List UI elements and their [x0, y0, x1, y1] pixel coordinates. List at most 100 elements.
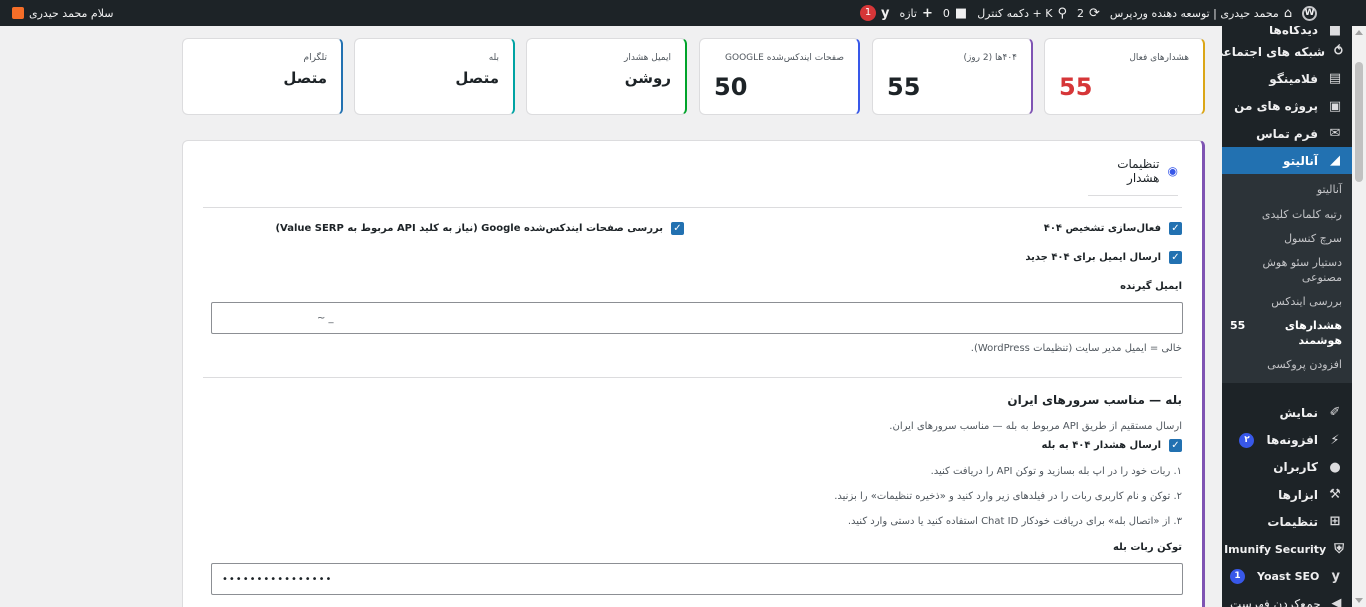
bale-step-1: ۱. ربات خود را در اپ بله بسازید و توکن A… — [930, 466, 1182, 477]
submenu-item-smart-alerts[interactable]: هشدارهای هوشمند 55 — [1222, 314, 1352, 353]
scroll-down-arrow-icon[interactable] — [1355, 598, 1363, 603]
menu-label: فلامینگو — [1269, 71, 1318, 86]
shield-icon: ⛨ — [1334, 541, 1344, 557]
menu-comments[interactable]: ■ دیدگاه‌ها — [1222, 26, 1352, 38]
avatar-icon — [12, 7, 24, 19]
updates-menu[interactable]: 2 ⟳ — [1075, 7, 1102, 20]
wrench-icon: ⚒ — [1329, 487, 1341, 503]
yoast-menu[interactable]: 1 y — [858, 5, 891, 21]
stat-label: ایمیل هشدار — [624, 53, 671, 63]
checkbox-checked-icon[interactable]: ✓ — [671, 222, 684, 235]
checkbox-label: بررسی صفحات ایندکس‌شده Google (نیاز به ک… — [275, 223, 663, 234]
panel-title-text: تنظیمات هشدار — [1117, 157, 1160, 185]
checkbox-label: ارسال ایمیل برای ۴۰۴ جدید — [1025, 252, 1161, 263]
menu-flamingo[interactable]: ▤ فلامینگو — [1222, 65, 1352, 92]
submenu-item-index-check[interactable]: بررسی ایندکس — [1222, 290, 1352, 314]
comment-icon: ■ — [954, 5, 968, 21]
divider — [203, 207, 1182, 208]
stat-value: روشن — [624, 69, 671, 87]
checkbox-checked-icon[interactable]: ✓ — [1169, 439, 1182, 452]
submenu-item-analytics[interactable]: آنالیتو — [1222, 178, 1352, 202]
new-content-menu[interactable]: تازه + — [897, 7, 934, 20]
checkbox-email-404[interactable]: ✓ ارسال ایمیل برای ۴۰۴ جدید — [1025, 251, 1182, 264]
command-palette-button[interactable]: دکمه کنترل + K ⚲ — [975, 7, 1069, 20]
user-icon: ● — [1329, 459, 1341, 475]
wordpress-logo-icon: W — [1302, 5, 1318, 21]
admin-bar: سلام محمد حیدری 1 y تازه + 0 ■ دکمه کنتر… — [0, 0, 1366, 26]
bale-token-value: •••••••••••••••• — [222, 573, 333, 585]
submenu-item-ai-seo-assistant[interactable]: دستیار سئو هوش مصنوعی — [1222, 251, 1352, 290]
menu-label: تنظیمات — [1267, 514, 1318, 529]
smart-alerts-count: 55 — [1230, 319, 1246, 333]
share-icon: ⥀ — [1333, 44, 1344, 60]
menu-label: نمایش — [1279, 405, 1318, 420]
greeting-text: سلام محمد حیدری — [29, 6, 114, 20]
stat-card-telegram: تلگرام متصل — [182, 38, 343, 115]
search-icon: ⚲ — [1057, 5, 1067, 21]
bale-description: ارسال مستقیم از طریق API مربوط به بله — … — [889, 421, 1182, 432]
menu-label: Yoast SEO — [1257, 570, 1320, 584]
admin-sidebar: ■ دیدگاه‌ها ⥀ شبکه های اجتماعی ▤ فلامینگ… — [1222, 26, 1352, 607]
recipient-email-input[interactable]: ~ _ — [211, 302, 1183, 334]
comments-count: 0 — [942, 6, 950, 20]
menu-yoast-seo[interactable]: y Yoast SEO 1 — [1222, 563, 1352, 590]
analytics-submenu: آنالیتو رتبه کلمات کلیدی سرچ کنسول دستیا… — [1222, 174, 1352, 384]
submenu-item-add-proxy[interactable]: افزودن پروکسی — [1222, 353, 1352, 377]
submenu-item-search-console[interactable]: سرچ کنسول — [1222, 227, 1352, 251]
stat-value: 55 — [887, 73, 921, 101]
yoast-badge: 1 — [1230, 569, 1245, 585]
stat-value: متصل — [455, 69, 499, 87]
updates-icon: ⟳ — [1088, 5, 1100, 21]
bale-step-3: ۳. از «اتصال بله» برای دریافت خودکار Cha… — [847, 516, 1182, 527]
submenu-item-keyword-rank[interactable]: رتبه کلمات کلیدی — [1222, 203, 1352, 227]
home-icon: ⌂ — [1283, 5, 1293, 21]
stat-label: تلگرام — [303, 53, 328, 63]
site-name: محمد حیدری | توسعه دهنده وردپرس — [1109, 6, 1279, 20]
wordpress-logo-menu[interactable]: W — [1300, 5, 1319, 21]
menu-label: پروژه های من — [1234, 99, 1318, 114]
scrollbar-thumb[interactable] — [1355, 62, 1363, 182]
alert-settings-panel: ◉ تنظیمات هشدار ✓ فعال‌سازی تشخیص ۴۰۴ ✓ … — [182, 140, 1205, 607]
bale-section-title: بله — مناسب سرورهای ایران — [1007, 393, 1182, 407]
scroll-up-arrow-icon[interactable] — [1355, 30, 1363, 35]
page-scrollbar[interactable] — [1352, 26, 1366, 607]
comments-menu[interactable]: 0 ■ — [941, 7, 969, 20]
stat-card-404s: ۴۰۴ها (2 روز) 55 — [872, 38, 1033, 115]
menu-plugins[interactable]: ⚡ افزونه‌ها ۲ — [1222, 426, 1352, 453]
menu-tools[interactable]: ⚒ ابزارها — [1222, 481, 1352, 508]
menu-label: کاربران — [1273, 460, 1318, 475]
menu-social-networks[interactable]: ⥀ شبکه های اجتماعی — [1222, 38, 1352, 65]
plugin-icon: ⚡ — [1330, 432, 1340, 448]
menu-analytics-active[interactable]: ◢ آنالیتو — [1222, 147, 1352, 175]
menu-collapse[interactable]: ◀ جمع‌کردن فهرست — [1222, 590, 1352, 607]
checkbox-send-404-bale[interactable]: ✓ ارسال هشدار ۴۰۴ به بله — [1042, 439, 1182, 452]
stat-card-alert-email: ایمیل هشدار روشن — [526, 38, 687, 115]
checkbox-checked-icon[interactable]: ✓ — [1169, 251, 1182, 264]
checkbox-404-detection[interactable]: ✓ فعال‌سازی تشخیص ۴۰۴ — [1044, 222, 1182, 235]
recipient-email-value: ~ _ — [317, 312, 334, 324]
checkbox-checked-icon[interactable]: ✓ — [1169, 222, 1182, 235]
menu-contact-form[interactable]: ✉ فرم تماس — [1222, 120, 1352, 147]
menu-my-projects[interactable]: ▣ پروژه های من — [1222, 93, 1352, 120]
paintbrush-icon: ✐ — [1329, 405, 1341, 421]
bale-token-input[interactable]: •••••••••••••••• — [211, 563, 1183, 595]
menu-users[interactable]: ● کاربران — [1222, 454, 1352, 481]
menu-appearance[interactable]: ✐ نمایش — [1222, 399, 1352, 426]
menu-settings[interactable]: ⊞ تنظیمات — [1222, 508, 1352, 535]
site-name-menu[interactable]: محمد حیدری | توسعه دهنده وردپرس ⌂ — [1108, 7, 1294, 20]
divider — [203, 377, 1182, 378]
menu-separator — [1222, 383, 1352, 399]
bale-step-2: ۲. توکن و نام کاربری ربات را در فیلدهای … — [834, 491, 1182, 502]
menu-label: جمع‌کردن فهرست — [1230, 596, 1321, 607]
new-label: تازه — [899, 6, 917, 20]
envelope-icon: ✉ — [1329, 126, 1341, 142]
menu-imunify-security[interactable]: ⛨ Imunify Security — [1222, 536, 1352, 563]
stat-label: بله — [488, 53, 499, 63]
menu-label: Imunify Security — [1224, 542, 1327, 556]
chart-area-icon: ◢ — [1330, 153, 1340, 169]
yoast-icon: y — [881, 5, 890, 21]
stat-label: ۴۰۴ها (2 روز) — [963, 53, 1017, 63]
checkbox-google-index-check[interactable]: ✓ بررسی صفحات ایندکس‌شده Google (نیاز به… — [275, 222, 684, 235]
greeting-link[interactable]: سلام محمد حیدری — [6, 7, 120, 20]
recipient-email-label: ایمیل گیرنده — [1120, 281, 1182, 292]
